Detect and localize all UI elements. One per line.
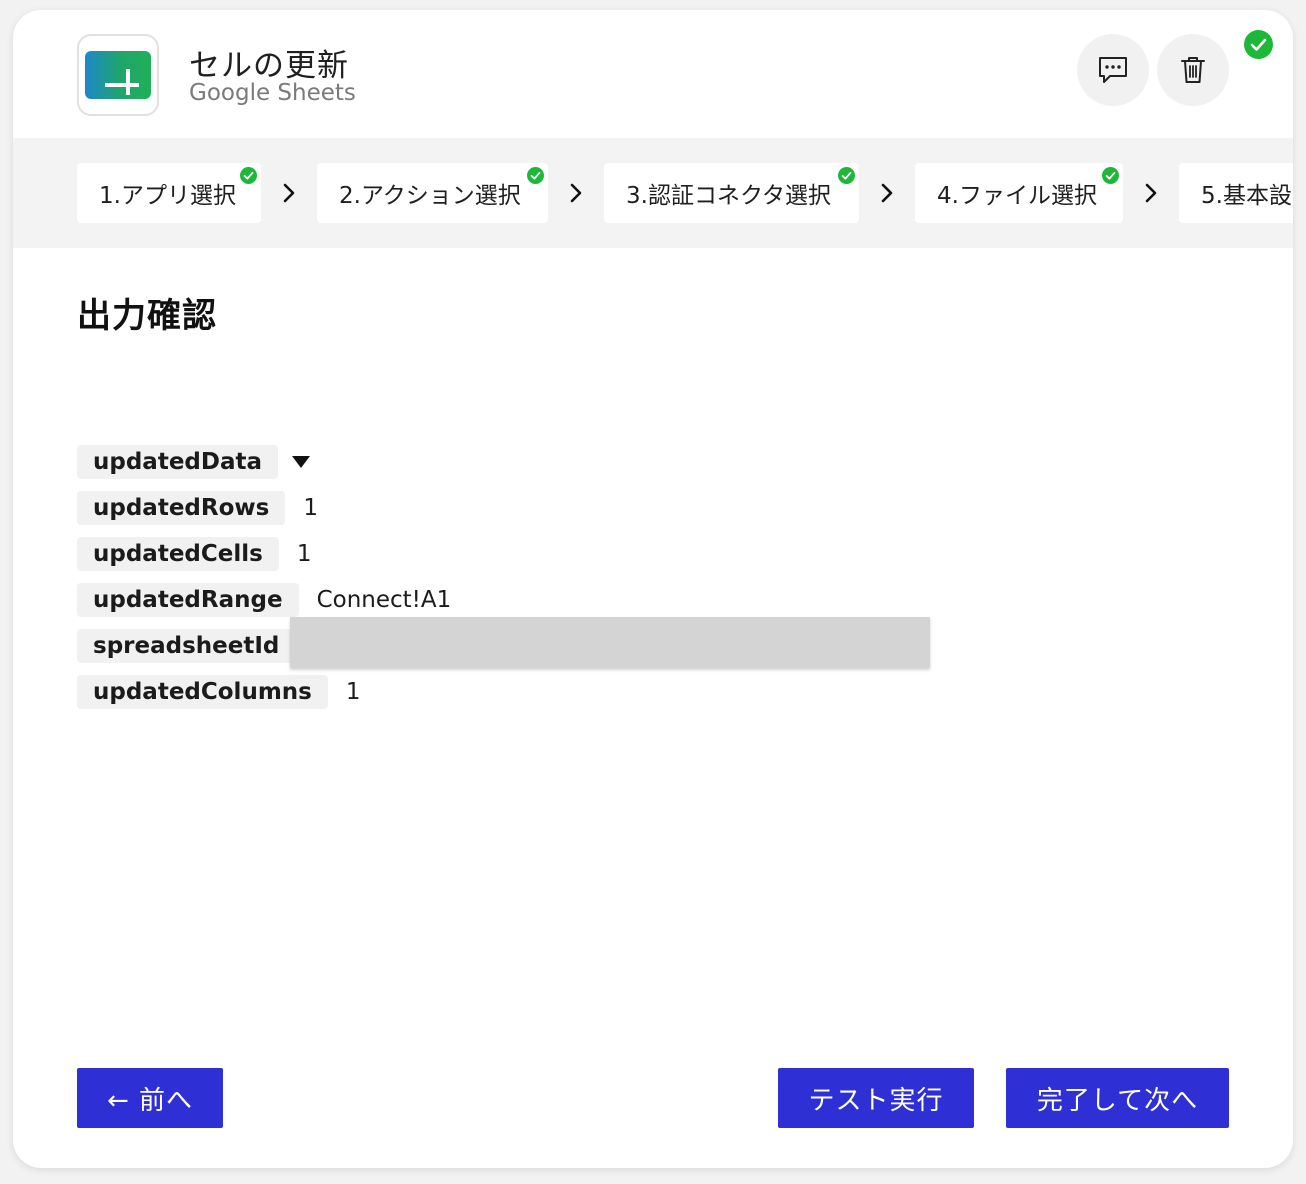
check-icon: [527, 167, 544, 184]
output-row-updated-rows: updatedRows 1: [77, 491, 318, 525]
redacted-value: [290, 617, 930, 668]
output-value: 1: [345, 679, 361, 705]
output-row-updated-data: updatedData: [77, 445, 311, 479]
step-navigation: 1.アプリ選択 2.アクション選択 3.認証コネクタ選択 4.ファイル選択 5.…: [13, 138, 1293, 248]
step-label: 1.アプリ選択: [99, 183, 236, 209]
step-label: 5.基本設: [1201, 183, 1292, 209]
action-settings-card: セルの更新 Google Sheets 1.アプリ選択 2.アクション選択 3.…: [13, 10, 1293, 1168]
check-icon: [1102, 167, 1119, 184]
step-file-select[interactable]: 4.ファイル選択: [915, 163, 1123, 223]
chevron-right-icon: [1145, 183, 1157, 203]
section-title: 出力確認: [77, 296, 217, 336]
back-button[interactable]: ← 前へ: [77, 1068, 223, 1128]
step-label: 2.アクション選択: [339, 183, 521, 209]
output-row-updated-cells: updatedCells 1: [77, 537, 311, 571]
check-icon: [838, 167, 855, 184]
google-sheets-icon: [77, 34, 159, 116]
output-row-updated-columns: updatedColumns 1: [77, 675, 361, 709]
complete-next-button[interactable]: 完了して次へ: [1006, 1068, 1229, 1128]
app-name: Google Sheets: [189, 80, 356, 106]
output-row-spreadsheet-id: spreadsheetId: [77, 629, 296, 663]
check-icon: [240, 167, 257, 184]
output-key: updatedData: [77, 445, 279, 479]
step-basic-settings[interactable]: 5.基本設: [1179, 163, 1293, 223]
step-connector-select[interactable]: 3.認証コネクタ選択: [604, 163, 859, 223]
output-key: updatedRange: [77, 583, 299, 617]
check-circle-icon: [1244, 30, 1273, 59]
output-key: updatedCells: [77, 537, 279, 571]
step-label: 3.認証コネクタ選択: [626, 183, 832, 209]
output-value: 1: [303, 495, 318, 521]
comment-button[interactable]: [1077, 34, 1149, 106]
trash-icon: [1181, 57, 1205, 83]
chevron-right-icon: [283, 183, 295, 203]
test-run-button[interactable]: テスト実行: [778, 1068, 974, 1128]
comment-icon: [1099, 57, 1127, 83]
page-title: セルの更新: [189, 48, 349, 84]
chevron-right-icon: [570, 183, 582, 203]
step-action-select[interactable]: 2.アクション選択: [317, 163, 548, 223]
output-value: Connect!A1: [316, 587, 452, 613]
chevron-right-icon: [881, 183, 893, 203]
output-key: updatedRows: [77, 491, 286, 525]
output-key: spreadsheetId: [77, 629, 296, 663]
output-row-updated-range: updatedRange Connect!A1: [77, 583, 451, 617]
step-app-select[interactable]: 1.アプリ選択: [77, 163, 261, 223]
output-key: updatedColumns: [77, 675, 328, 709]
delete-button[interactable]: [1157, 34, 1229, 106]
expand-toggle-icon[interactable]: [292, 456, 311, 468]
step-label: 4.ファイル選択: [937, 183, 1097, 209]
output-value: 1: [296, 541, 312, 567]
